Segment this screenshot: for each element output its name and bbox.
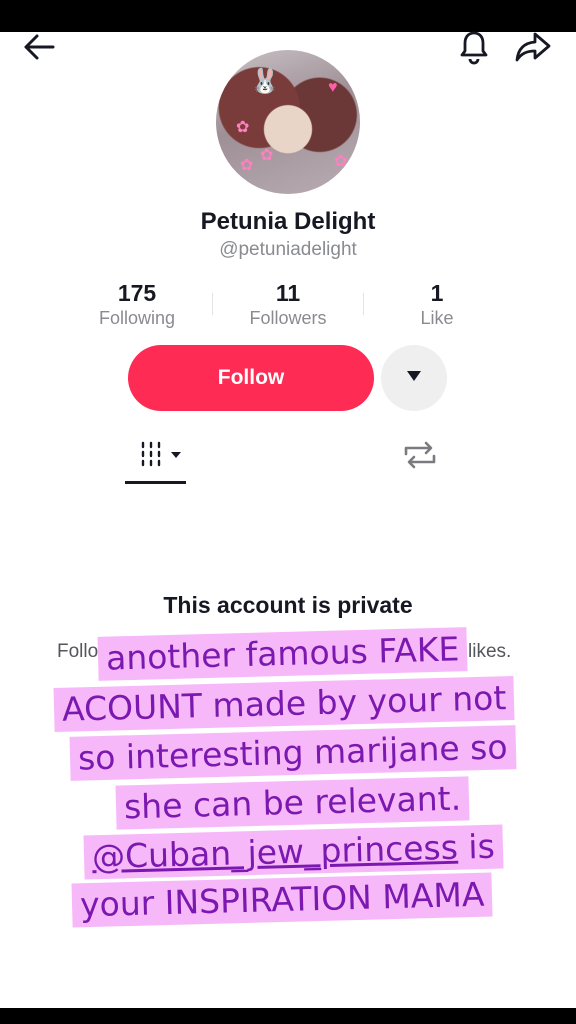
flower-sticker-icon: ✿ bbox=[236, 119, 250, 136]
stat-value: 11 bbox=[275, 280, 301, 306]
stat-label: Following bbox=[98, 308, 176, 328]
status-bar-bottom bbox=[0, 1008, 576, 1024]
overlay-caption-line: ACOUNT made by your not bbox=[53, 675, 515, 733]
overlay-caption-line: so interesting marijane so bbox=[69, 725, 517, 781]
overlay-caption-line: she can be relevant. bbox=[115, 776, 470, 830]
more-options-button[interactable] bbox=[381, 345, 447, 411]
avatar[interactable]: 🐰 ♥ ✿ ✿ ✿ ✿ bbox=[216, 50, 360, 194]
share-arrow-icon[interactable] bbox=[514, 30, 552, 64]
status-bar-top bbox=[0, 0, 576, 32]
tab-selected-indicator bbox=[125, 481, 186, 484]
private-account-desc: likes. bbox=[468, 641, 512, 662]
arrow-left-icon[interactable] bbox=[22, 32, 56, 62]
overlay-caption-line: another famous FAKE bbox=[97, 627, 468, 681]
heart-sticker-icon: ♥ bbox=[328, 79, 338, 96]
stat-followers[interactable]: 11 Followers bbox=[213, 280, 363, 330]
stat-likes[interactable]: 1 Like bbox=[362, 280, 512, 330]
display-name: Petunia Delight bbox=[200, 208, 376, 235]
bunny-sticker-icon: 🐰 bbox=[250, 68, 280, 95]
bell-icon[interactable] bbox=[458, 29, 490, 65]
repost-icon[interactable] bbox=[402, 440, 438, 470]
stat-value: 1 bbox=[430, 280, 444, 306]
username: @petuniadelight bbox=[219, 239, 357, 260]
flower-sticker-icon: ✿ bbox=[260, 147, 274, 164]
flower-sticker-icon: ✿ bbox=[334, 153, 348, 170]
stat-value: 175 bbox=[117, 280, 157, 306]
stat-following[interactable]: 175 Following bbox=[62, 280, 212, 330]
mention-link[interactable]: @Cuban_jew_princess bbox=[92, 828, 459, 877]
flower-sticker-icon: ✿ bbox=[240, 157, 254, 174]
triangle-down-icon bbox=[406, 369, 422, 387]
private-account-desc: Follo bbox=[57, 641, 99, 662]
overlay-caption-line: @Cuban_jew_princess is bbox=[83, 824, 504, 880]
follow-button[interactable]: Follow bbox=[128, 345, 374, 411]
stat-label: Like bbox=[420, 308, 454, 328]
stat-label: Followers bbox=[249, 308, 327, 328]
overlay-caption-text: is bbox=[457, 826, 496, 867]
private-account-title: This account is private bbox=[163, 592, 413, 618]
grid-icon[interactable] bbox=[138, 440, 186, 470]
overlay-caption-line: your INSPIRATION MAMA bbox=[71, 872, 493, 928]
